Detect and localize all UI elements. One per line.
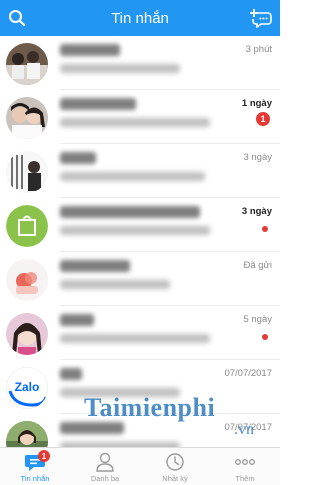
avatar — [6, 421, 48, 447]
timestamp: Đã gửi — [243, 260, 272, 271]
conversation-row[interactable]: Đã gửi — [0, 252, 280, 306]
contact-name-blurred — [60, 44, 120, 56]
message-preview-blurred — [60, 172, 205, 181]
contact-name-blurred — [60, 314, 94, 326]
clock-icon — [166, 453, 184, 471]
conversation-row[interactable]: 3 ngày — [0, 198, 280, 252]
avatar — [6, 313, 48, 355]
timestamp: 3 ngày — [241, 206, 272, 217]
avatar — [6, 259, 48, 301]
conversation-list: 3 phút 1 ngày 1 3 ngày 3 ngày Đã gửi 5 n… — [0, 36, 280, 447]
tab-label: Danh bạ — [90, 474, 120, 483]
message-preview-blurred — [60, 334, 210, 343]
contact-name-blurred — [60, 206, 200, 218]
more-icon — [235, 459, 255, 465]
watermark: Taimienphi .vn — [84, 393, 274, 443]
contact-name-blurred — [60, 368, 82, 380]
conversation-row[interactable]: 1 ngày 1 — [0, 90, 280, 144]
message-preview-blurred — [60, 118, 210, 127]
avatar — [6, 97, 48, 139]
tab-label: Thêm — [235, 474, 255, 483]
tab-messages[interactable]: 1 Tin nhắn — [0, 448, 70, 485]
tab-more[interactable]: Thêm — [210, 448, 280, 485]
unread-dot — [262, 334, 268, 340]
conversation-row[interactable]: 3 ngày — [0, 144, 280, 198]
timestamp: 07/07/2017 — [224, 368, 272, 379]
message-preview-blurred — [60, 280, 170, 289]
conversation-row[interactable]: 3 phút — [0, 36, 280, 90]
avatar — [6, 43, 48, 85]
unread-badge: 1 — [38, 450, 50, 462]
bottom-tab-bar: 1 Tin nhắn Danh bạ Nhật ký Thêm — [0, 447, 280, 485]
compose-message-icon[interactable] — [250, 8, 272, 28]
unread-dot — [262, 226, 268, 232]
contact-name-blurred — [60, 260, 130, 272]
message-preview-blurred — [60, 226, 210, 235]
watermark-domain: .vn — [234, 421, 254, 438]
app-header: Tin nhắn — [0, 0, 280, 36]
tab-timeline[interactable]: Nhật ký — [140, 448, 210, 485]
message-preview-blurred — [60, 64, 180, 73]
timestamp: 1 ngày — [241, 98, 272, 109]
avatar: Zalo — [6, 367, 48, 409]
zalo-logo-text: Zalo — [15, 380, 40, 394]
conversation-row[interactable]: 5 ngày — [0, 306, 280, 360]
tab-label: Tin nhắn — [20, 474, 50, 483]
avatar — [6, 151, 48, 193]
contacts-icon — [96, 452, 114, 472]
timestamp: 3 phút — [245, 44, 272, 55]
timestamp: 5 ngày — [243, 314, 272, 325]
search-icon[interactable] — [8, 9, 26, 27]
watermark-text: Taimienphi — [84, 393, 216, 422]
tab-label: Nhật ký — [162, 474, 188, 483]
tab-contacts[interactable]: Danh bạ — [70, 448, 140, 485]
contact-name-blurred — [60, 152, 96, 164]
unread-badge: 1 — [256, 112, 270, 126]
page-title: Tin nhắn — [111, 9, 169, 27]
timestamp: 3 ngày — [243, 152, 272, 163]
contact-name-blurred — [60, 98, 136, 110]
avatar — [6, 205, 48, 247]
